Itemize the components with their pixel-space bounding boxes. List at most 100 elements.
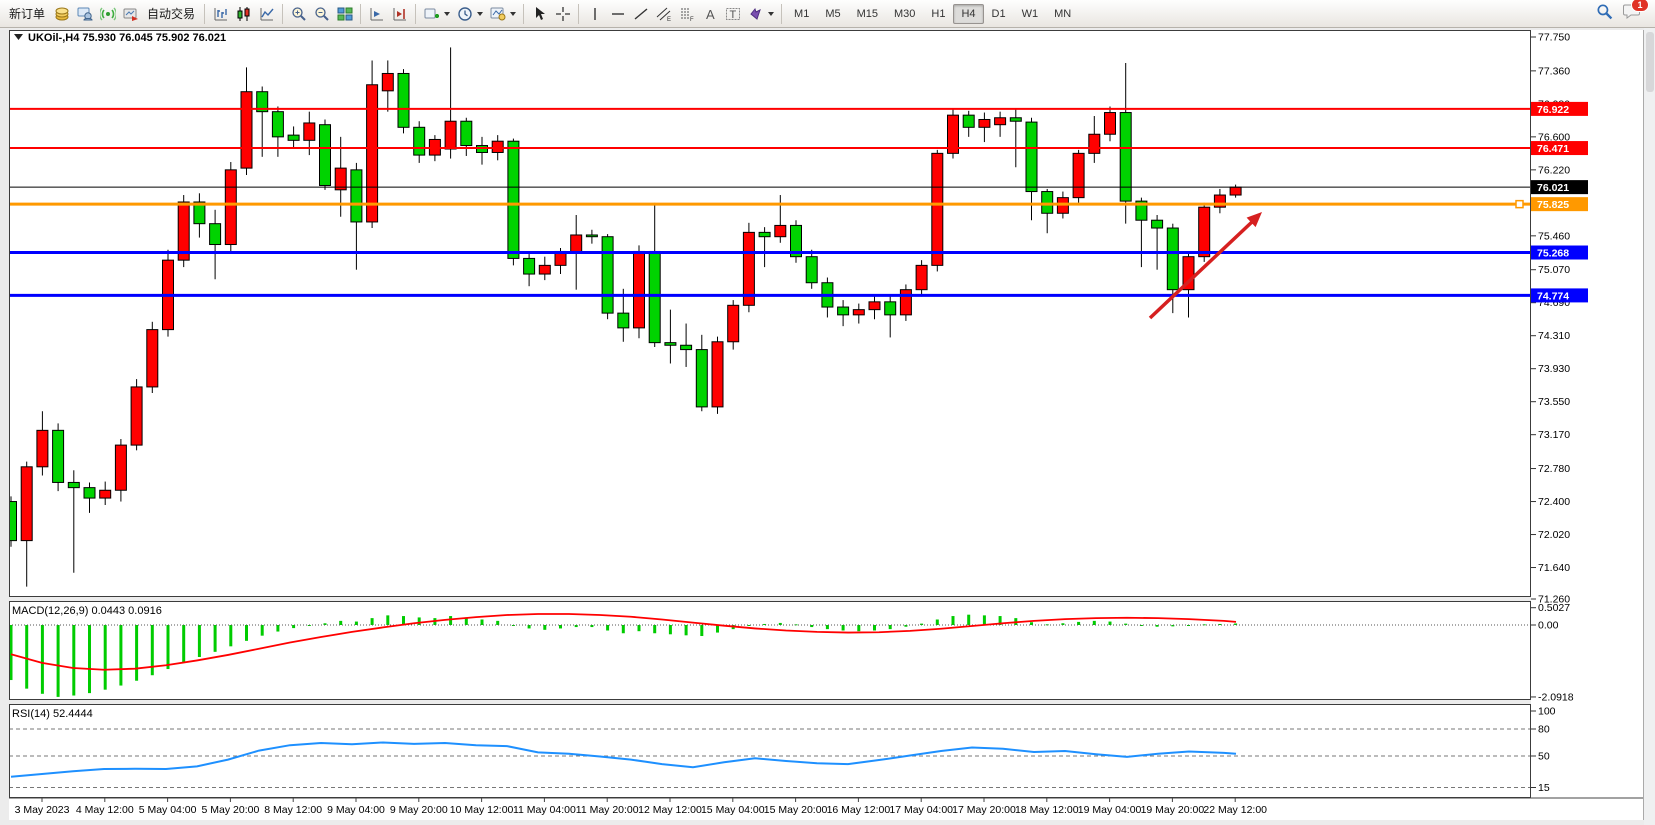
svg-text:-2.0918: -2.0918 xyxy=(1538,691,1574,703)
macd-histogram-bar xyxy=(449,616,452,625)
svg-text:11 May 20:00: 11 May 20:00 xyxy=(576,804,639,816)
macd-histogram-bar xyxy=(276,625,279,632)
svg-text:100: 100 xyxy=(1538,706,1556,718)
price-badge: 76.471 xyxy=(1531,141,1588,155)
tab-timeframe-w1[interactable]: W1 xyxy=(1014,4,1047,24)
new-order-button[interactable]: 新订单 xyxy=(4,3,50,25)
macd-histogram-bar xyxy=(606,625,609,631)
candle xyxy=(131,379,142,450)
candle xyxy=(163,250,174,337)
tab-timeframe-m5[interactable]: M5 xyxy=(817,4,848,24)
candle xyxy=(147,322,158,393)
macd-histogram-bar xyxy=(685,625,688,635)
indicators-icon[interactable] xyxy=(420,3,443,25)
macd-histogram-bar xyxy=(72,625,75,696)
zoom-out-icon[interactable] xyxy=(310,3,333,25)
tab-timeframe-d1[interactable]: D1 xyxy=(984,4,1014,24)
svg-text:77.750: 77.750 xyxy=(1538,32,1570,44)
macd-histogram-bar xyxy=(261,625,264,636)
svg-text:16 May 12:00: 16 May 12:00 xyxy=(827,804,891,816)
macd-histogram-bar xyxy=(496,621,499,625)
svg-text:9 May 04:00: 9 May 04:00 xyxy=(327,804,385,816)
candle xyxy=(948,109,959,158)
horizontal-line-icon[interactable] xyxy=(606,3,629,25)
candle xyxy=(634,245,645,338)
tab-timeframe-m15[interactable]: M15 xyxy=(849,4,886,24)
svg-text:4 May 12:00: 4 May 12:00 xyxy=(76,804,134,816)
svg-text:15 May 20:00: 15 May 20:00 xyxy=(764,804,828,816)
cursor-icon[interactable] xyxy=(528,3,551,25)
svg-text:74.774: 74.774 xyxy=(1537,290,1569,302)
tab-timeframe-h1[interactable]: H1 xyxy=(923,4,953,24)
svg-text:19 May 20:00: 19 May 20:00 xyxy=(1141,804,1205,816)
line-chart-icon[interactable] xyxy=(255,3,278,25)
svg-text:3 May 2023: 3 May 2023 xyxy=(15,804,70,816)
main-toolbar: 新订单 自动交易 E F A T M1 M5 M15 M30 H1 H4 D1 … xyxy=(0,0,1655,28)
macd-histogram-bar xyxy=(214,625,217,652)
auto-scroll-icon[interactable] xyxy=(365,3,388,25)
chart-window: UKOil-,H4 75.930 76.045 75.902 76.02177.… xyxy=(0,0,1655,825)
text-icon[interactable]: A xyxy=(698,3,721,25)
macd-histogram-bar xyxy=(559,625,562,628)
accounts-icon[interactable] xyxy=(73,3,96,25)
periods-dropdown-caret[interactable] xyxy=(477,12,483,16)
right-scrollbar-thumb[interactable] xyxy=(1646,32,1654,92)
svg-text:8 May 12:00: 8 May 12:00 xyxy=(264,804,322,816)
svg-text:75.070: 75.070 xyxy=(1538,264,1570,276)
equidistant-channel-icon[interactable]: E xyxy=(652,3,675,25)
indicators-dropdown-caret[interactable] xyxy=(444,12,450,16)
arrows-tool-icon[interactable] xyxy=(744,3,767,25)
svg-text:22 May 12:00: 22 May 12:00 xyxy=(1203,804,1267,816)
notifications-chat-icon[interactable]: 1 xyxy=(1623,3,1641,24)
svg-text:11 May 04:00: 11 May 04:00 xyxy=(513,804,576,816)
zoom-in-icon[interactable] xyxy=(287,3,310,25)
macd-panel xyxy=(9,601,1531,700)
search-icon[interactable] xyxy=(1596,3,1613,25)
tab-timeframe-mn[interactable]: MN xyxy=(1046,4,1079,24)
macd-histogram-bar xyxy=(638,625,641,631)
templates-dropdown-caret[interactable] xyxy=(510,12,516,16)
svg-text:74.310: 74.310 xyxy=(1538,330,1570,342)
left-margin xyxy=(0,28,9,825)
auto-trading-button[interactable]: 自动交易 xyxy=(142,3,200,25)
svg-text:10 May 12:00: 10 May 12:00 xyxy=(450,804,514,816)
price-badge: 74.774 xyxy=(1531,288,1588,302)
macd-histogram-bar xyxy=(41,625,44,694)
tile-windows-icon[interactable] xyxy=(333,3,356,25)
svg-text:73.930: 73.930 xyxy=(1538,363,1570,375)
svg-text:73.550: 73.550 xyxy=(1538,396,1570,408)
text-label-icon[interactable]: T xyxy=(721,3,744,25)
chart-shift-icon[interactable] xyxy=(388,3,411,25)
fibonacci-icon[interactable]: F xyxy=(675,3,698,25)
macd-histogram-bar xyxy=(653,625,656,633)
arrows-dropdown-caret[interactable] xyxy=(768,12,774,16)
periods-icon[interactable] xyxy=(453,3,476,25)
macd-histogram-bar xyxy=(57,625,60,697)
candle xyxy=(320,119,331,189)
trendline-icon[interactable] xyxy=(629,3,652,25)
price-badge: 75.268 xyxy=(1531,246,1588,260)
svg-text:15: 15 xyxy=(1538,782,1550,794)
macd-histogram-bar xyxy=(700,625,703,636)
rsi-panel xyxy=(9,704,1531,798)
macd-histogram-bar xyxy=(669,625,672,634)
chat-unread-badge: 1 xyxy=(1631,0,1649,12)
news-signal-icon[interactable] xyxy=(96,3,119,25)
vertical-line-icon[interactable] xyxy=(583,3,606,25)
price-badge: 76.922 xyxy=(1531,102,1588,116)
candle xyxy=(178,195,189,267)
tab-timeframe-h4[interactable]: H4 xyxy=(953,4,983,24)
bar-chart-icon[interactable] xyxy=(209,3,232,25)
tab-timeframe-m30[interactable]: M30 xyxy=(886,4,923,24)
right-scrollbar-track[interactable] xyxy=(1644,28,1655,825)
macd-histogram-bar xyxy=(167,625,170,669)
candlestick-chart-icon[interactable] xyxy=(232,3,255,25)
templates-icon[interactable] xyxy=(486,3,509,25)
market-watch-icon[interactable] xyxy=(50,3,73,25)
tab-timeframe-m1[interactable]: M1 xyxy=(786,4,817,24)
macd-histogram-bar xyxy=(936,619,939,625)
crosshair-icon[interactable] xyxy=(551,3,574,25)
auto-trading-icon[interactable] xyxy=(119,3,142,25)
svg-text:9 May 20:00: 9 May 20:00 xyxy=(390,804,448,816)
orange-line-handle[interactable] xyxy=(1516,201,1523,208)
